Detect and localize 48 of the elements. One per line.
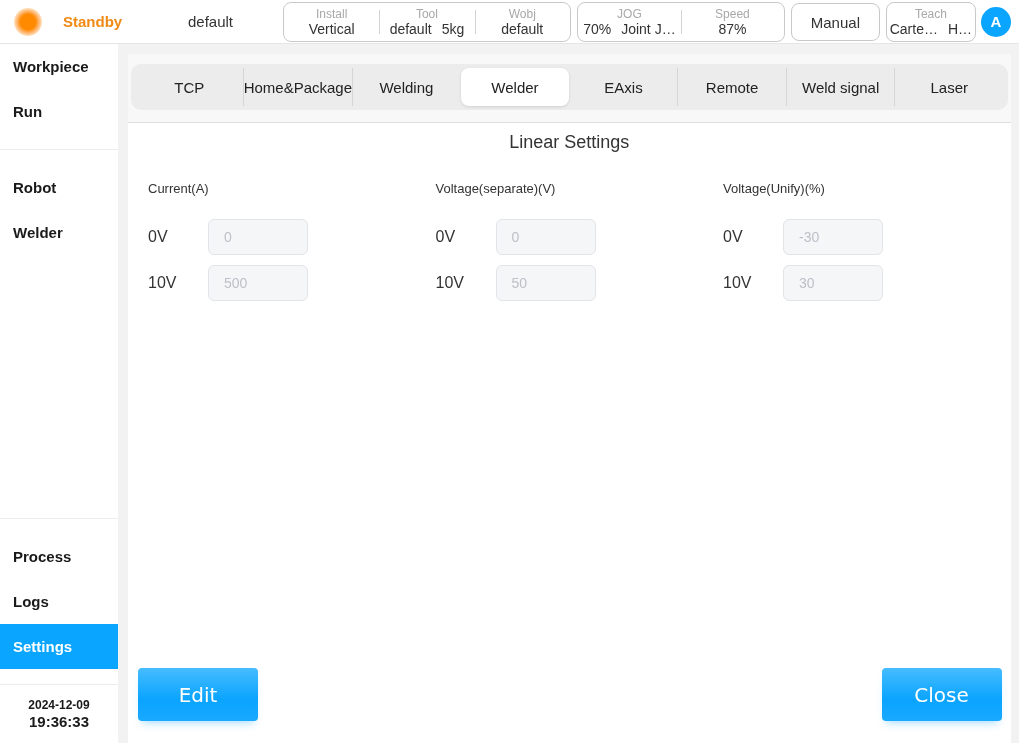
status-value: H… <box>947 20 973 38</box>
row-label: 0V <box>723 228 744 246</box>
sidebar-item[interactable]: Run <box>0 89 118 134</box>
status-label: Install <box>315 6 348 21</box>
status-value: Vertical <box>308 20 355 38</box>
status-text: Standby <box>63 13 124 30</box>
tab[interactable]: TCP <box>135 68 244 106</box>
status-label: Wobj <box>508 6 536 21</box>
row-label: 10V <box>435 274 465 292</box>
profile-name: default <box>188 13 235 30</box>
status-group[interactable]: Install Vertical Tool default 5kg Wobj default <box>283 2 571 42</box>
sidebar-item[interactable]: Robot <box>0 165 118 210</box>
mode-button[interactable]: Manual <box>790 3 880 41</box>
tab[interactable]: Welder <box>460 68 570 106</box>
sidebar-item[interactable]: Welder <box>0 210 118 255</box>
status-group[interactable]: Teach Carte… H… <box>885 2 976 42</box>
column-heading: Voltage(Unify)(%) <box>723 181 825 198</box>
tab[interactable]: EAxis <box>569 68 678 106</box>
sidebar-item[interactable]: Workpiece <box>0 44 118 89</box>
status-value: Carte… <box>889 20 938 38</box>
status-value: default <box>501 20 544 38</box>
status-label: Teach <box>914 6 947 21</box>
sidebar-item[interactable]: Logs <box>0 579 118 624</box>
tab[interactable]: Remote <box>677 68 787 106</box>
status-label: Tool <box>415 6 438 21</box>
status-value: 5kg <box>441 20 465 38</box>
status-label: JOG <box>617 6 642 21</box>
row-label: 0V <box>435 228 457 246</box>
column-heading: Current(A) <box>148 181 209 198</box>
status-value: Joint J… <box>621 20 676 38</box>
date-text: 2024-12-09 <box>28 698 90 712</box>
time-text: 19:36:33 <box>28 713 89 730</box>
status-value: 87% <box>718 20 747 38</box>
tab[interactable]: Home&Package <box>243 68 353 106</box>
tab[interactable]: Weld signal <box>786 68 895 106</box>
column-heading: Voltage(separate)(V) <box>435 181 556 198</box>
status-value: 70% <box>583 20 612 38</box>
status-label: Speed <box>715 6 750 21</box>
status-value: default <box>389 20 432 38</box>
row-label: 0V <box>148 228 169 246</box>
sidebar-item[interactable]: Process <box>0 534 118 579</box>
row-label: 10V <box>723 274 753 292</box>
row-label: 10V <box>148 274 178 292</box>
section-title: Linear Settings <box>509 132 630 152</box>
status-group[interactable]: JOG 70% Joint J… Speed 87% <box>576 2 785 42</box>
status-light-icon <box>14 7 42 36</box>
tab[interactable]: Laser <box>894 68 1004 106</box>
tab[interactable]: Welding <box>352 68 461 106</box>
